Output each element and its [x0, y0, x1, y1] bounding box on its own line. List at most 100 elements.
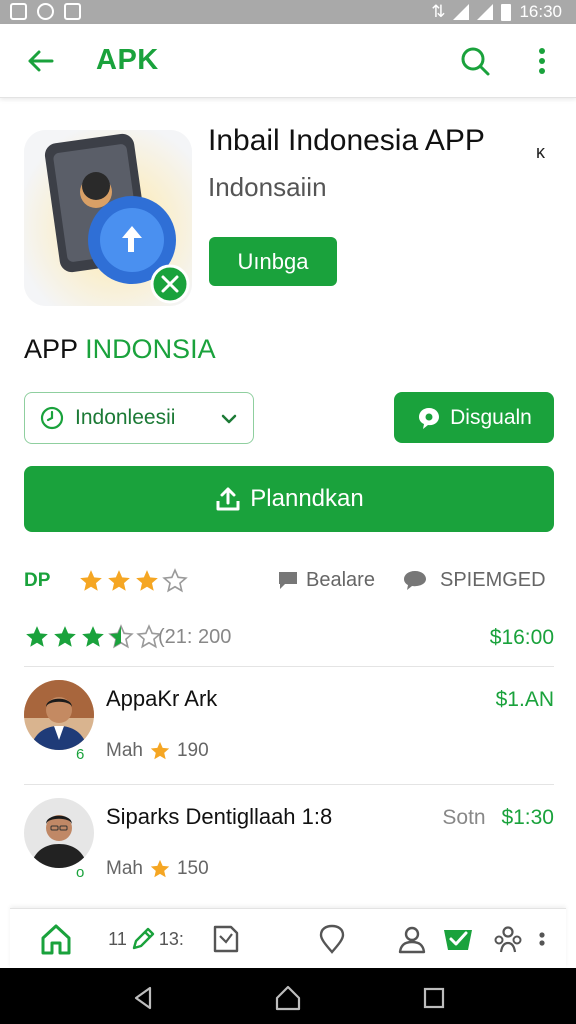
star-icon	[82, 626, 104, 647]
search-icon	[461, 47, 490, 76]
language-select[interactable]: Indonleesii	[24, 392, 254, 444]
avatar	[24, 680, 94, 750]
user-icon	[398, 926, 426, 954]
star-icon	[150, 859, 170, 878]
nav-edit-suffix: 13:	[158, 928, 184, 949]
nav-edit[interactable]: 11 13:	[106, 921, 186, 957]
back-triangle-icon[interactable]	[130, 984, 158, 1012]
app-name: Inbail Indonesia APP	[208, 124, 485, 157]
bottom-nav: 11 13:	[10, 908, 566, 968]
review-price-old: Sotn	[442, 806, 486, 829]
nav-profile[interactable]	[394, 921, 430, 957]
review-meta-label: Mah	[106, 858, 143, 879]
nav-edit-prefix: 11	[108, 928, 127, 949]
vibrate-icon: ⇅	[431, 2, 446, 21]
share-action[interactable]: Bealare	[276, 568, 375, 592]
primary-action-button[interactable]: Planndkan	[24, 466, 554, 532]
review-meta: Mah 190	[106, 740, 209, 762]
divider	[24, 784, 554, 785]
app-bar: APK	[0, 24, 576, 98]
star-icon	[80, 570, 102, 591]
people-icon	[494, 926, 522, 953]
nav-documents[interactable]	[206, 921, 246, 957]
close-icon[interactable]: κ	[536, 142, 545, 163]
battery-icon	[501, 3, 512, 21]
primary-action-label: Planndkan	[250, 485, 364, 512]
notification-icon	[64, 3, 81, 20]
review-item[interactable]: o Siparks Dentigllaah 1:8 Sotn $1:30 Mah…	[24, 798, 554, 894]
price-label: $16:00	[489, 626, 554, 649]
avatar	[24, 798, 94, 868]
location-pin-icon	[319, 924, 345, 954]
review-price: $1.AN	[495, 688, 554, 711]
rating-row: DP Bealare SPIEMGED	[24, 564, 554, 598]
clock-icon	[40, 406, 64, 430]
star-icon	[54, 626, 76, 647]
download-button[interactable]: Disgualn	[394, 392, 554, 443]
search-button[interactable]	[456, 42, 494, 80]
upload-icon	[216, 487, 240, 511]
system-nav-bar	[0, 968, 576, 1024]
nav-location[interactable]	[314, 921, 350, 957]
reviewer-name: Siparks Dentigllaah 1:8	[106, 804, 333, 829]
nav-verified[interactable]	[438, 921, 478, 957]
status-bar: ⇅ 16:30	[0, 0, 576, 24]
review-item[interactable]: 6 AppaKr Ark $1.AN Mah 190	[24, 680, 554, 776]
language-select-value: Indonleesii	[75, 406, 176, 429]
signal-icon	[477, 4, 494, 20]
rating-prefix: DP	[24, 570, 51, 591]
star-outline-icon	[162, 568, 188, 593]
wifi-icon	[453, 4, 470, 20]
document-icon	[213, 925, 239, 953]
star-icon	[108, 570, 130, 591]
section-title: APP INDONSIA	[24, 334, 216, 365]
more-options-button[interactable]	[524, 42, 560, 80]
home-icon	[41, 924, 71, 955]
review-meta-value: 190	[176, 740, 209, 761]
rating-count: (21: 200	[158, 626, 232, 648]
check-badge-icon	[444, 930, 472, 950]
share-label: Bealare	[306, 568, 375, 591]
rating-stars	[78, 568, 188, 594]
review-meta: Mah 150	[106, 858, 209, 880]
divider	[24, 666, 554, 667]
review-price: Sotn $1:30	[442, 806, 554, 830]
app-subtitle: Indonsaiin	[208, 172, 327, 202]
nav-home[interactable]	[36, 921, 76, 957]
star-icon	[150, 741, 170, 760]
clock: 16:30	[519, 2, 562, 21]
more-vert-icon	[539, 932, 545, 946]
comment-icon	[279, 572, 297, 589]
app-bar-title: APK	[96, 44, 159, 76]
chat-bubble-icon	[419, 407, 440, 429]
recent-apps-icon[interactable]	[420, 984, 448, 1012]
notification-icon	[10, 3, 27, 20]
home-outline-icon[interactable]	[274, 984, 302, 1012]
system-indicators: ⇅ 16:30	[431, 2, 562, 22]
nav-community[interactable]	[490, 921, 526, 957]
summary-row: (21: 200 $16:00	[24, 622, 554, 656]
chevron-down-icon	[221, 414, 237, 424]
download-button-label: Disgualn	[450, 405, 532, 429]
tag-action[interactable]: SPIEMGED	[402, 568, 546, 592]
pencil-icon	[132, 927, 155, 950]
notification-icon	[37, 3, 54, 20]
back-button[interactable]	[22, 42, 60, 80]
avatar-badge: o	[76, 864, 85, 881]
app-icon	[24, 130, 192, 306]
heart-chat-icon	[404, 571, 426, 590]
nav-more[interactable]	[532, 921, 552, 957]
star-icon	[136, 570, 158, 591]
star-icon	[26, 626, 48, 647]
avatar-badge: 6	[76, 746, 85, 763]
install-button[interactable]: Uınbga	[209, 237, 337, 286]
tag-label: SPIEMGED	[440, 568, 546, 591]
notification-icons	[10, 3, 81, 20]
review-price-new: $1:30	[501, 806, 554, 829]
reviewer-name: AppaKr Ark	[106, 686, 218, 711]
summary-stars	[24, 624, 162, 650]
section-title-part1: APP	[24, 334, 78, 364]
review-meta-value: 150	[176, 858, 209, 879]
section-title-part2: INDONSIA	[85, 334, 216, 364]
star-half-icon	[108, 624, 134, 649]
